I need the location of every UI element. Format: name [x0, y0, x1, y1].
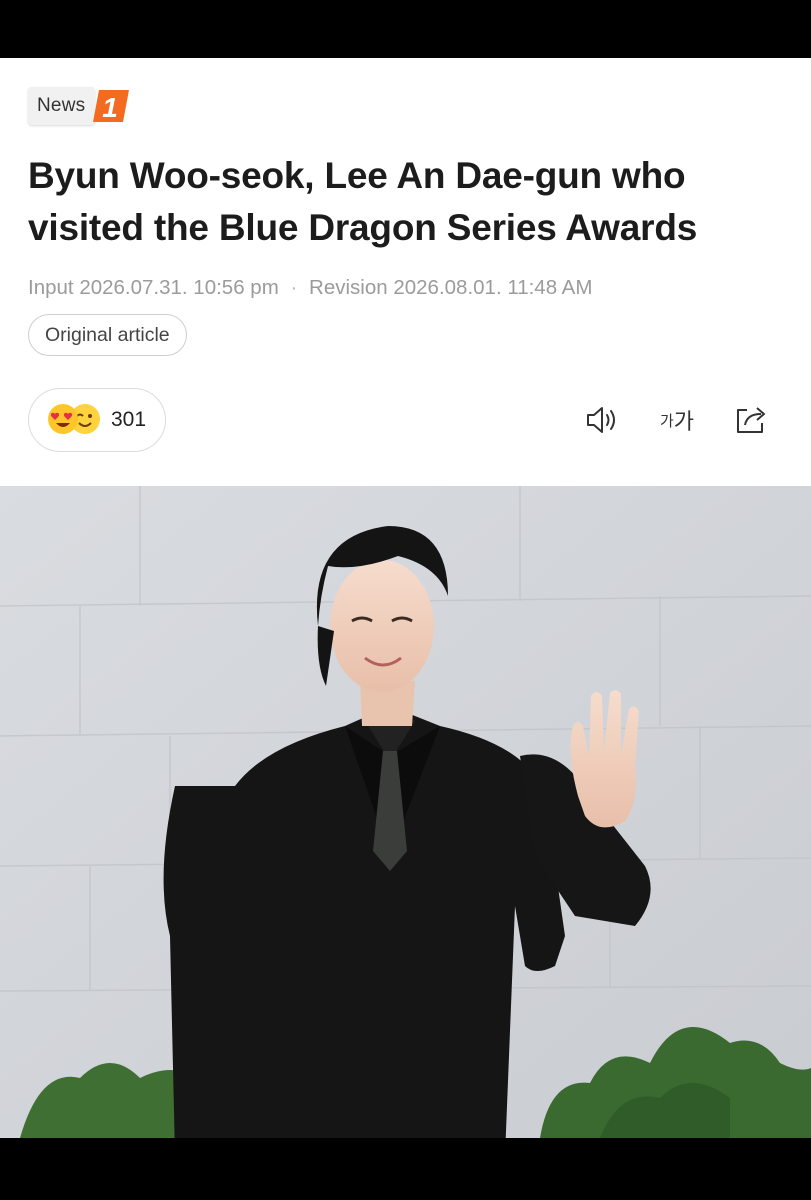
revision-label: Revision [309, 276, 388, 299]
navigation-bar [0, 1138, 811, 1200]
article-meta: Input 2026.07.31. 10:56 pm · Revision 20… [28, 276, 592, 300]
meta-separator: · [290, 276, 298, 299]
logo-one-badge: 1 [89, 86, 131, 126]
logo-one-text: 1 [103, 92, 119, 123]
news1-logo[interactable]: News 1 [28, 86, 131, 126]
reaction-count: 301 [111, 408, 147, 431]
share-icon[interactable] [731, 402, 771, 438]
font-size-button[interactable]: 가가 [657, 402, 697, 438]
reaction-emojis [47, 403, 103, 437]
logo-news-text: News [28, 87, 96, 125]
font-small-glyph: 가 [659, 412, 674, 430]
article-title: Byun Woo-seok, Lee An Dae-gun who visite… [28, 155, 698, 248]
input-time: 2026.07.31. 10:56 pm [79, 276, 279, 299]
article-toolbar: 가가 [583, 402, 771, 438]
font-large-glyph: 가 [673, 409, 695, 434]
heart-eyes-emoji-icon [48, 404, 78, 434]
article-photo[interactable] [0, 486, 811, 1138]
reactions-button[interactable]: 301 [28, 388, 166, 452]
speaker-icon[interactable] [583, 402, 623, 438]
revision-time: 2026.08.01. 11:48 AM [393, 276, 593, 299]
status-bar [0, 0, 811, 58]
input-label: Input [28, 276, 74, 299]
article-view: News 1 Byun Woo-seok, Lee An Dae-gun who… [0, 58, 811, 1138]
original-article-button[interactable]: Original article [28, 314, 187, 356]
